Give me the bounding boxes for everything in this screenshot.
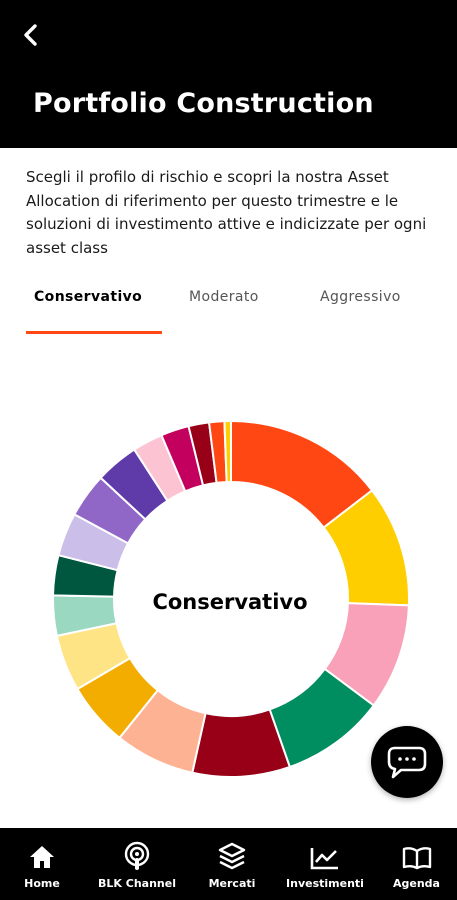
nav-label-agenda: Agenda: [393, 877, 440, 890]
tab-aggressivo[interactable]: Aggressivo: [320, 289, 401, 305]
nav-item-investimenti[interactable]: Investimenti: [274, 828, 376, 900]
nav-item-blk-channel[interactable]: BLK Channel: [84, 828, 190, 900]
back-button[interactable]: [14, 18, 50, 54]
layers-icon: [218, 842, 246, 870]
home-icon: [30, 846, 54, 868]
bottom-nav: Home BLK Channel Mercati Investimenti Ag…: [0, 828, 457, 900]
nav-label-mercati: Mercati: [208, 877, 256, 890]
risk-profile-tabs: Conservativo Moderato Aggressivo: [0, 280, 457, 334]
page-title: Portfolio Construction: [33, 88, 374, 119]
trending-chart-icon: [310, 848, 338, 870]
active-tab-indicator: [26, 331, 162, 334]
nav-item-home[interactable]: Home: [0, 828, 84, 900]
nav-label-blk-channel: BLK Channel: [98, 877, 176, 890]
chart-center-label: Conservativo: [152, 590, 308, 614]
intro-text: Scegli il profilo di rischio e scopri la…: [26, 168, 427, 257]
chat-button[interactable]: [371, 726, 443, 798]
nav-label-investimenti: Investimenti: [286, 877, 364, 890]
book-icon: [402, 847, 432, 870]
tab-moderato[interactable]: Moderato: [189, 289, 259, 305]
tab-conservativo[interactable]: Conservativo: [34, 289, 142, 305]
nav-item-agenda[interactable]: Agenda: [376, 828, 457, 900]
chat-bubble-icon: [387, 746, 427, 779]
podcast-icon: [124, 841, 150, 870]
chevron-left-icon: [24, 24, 37, 46]
nav-item-mercati[interactable]: Mercati: [190, 828, 274, 900]
donut-slice-18[interactable]: [223, 419, 232, 484]
app-header: Portfolio Construction: [0, 0, 457, 148]
nav-label-home: Home: [24, 877, 60, 890]
